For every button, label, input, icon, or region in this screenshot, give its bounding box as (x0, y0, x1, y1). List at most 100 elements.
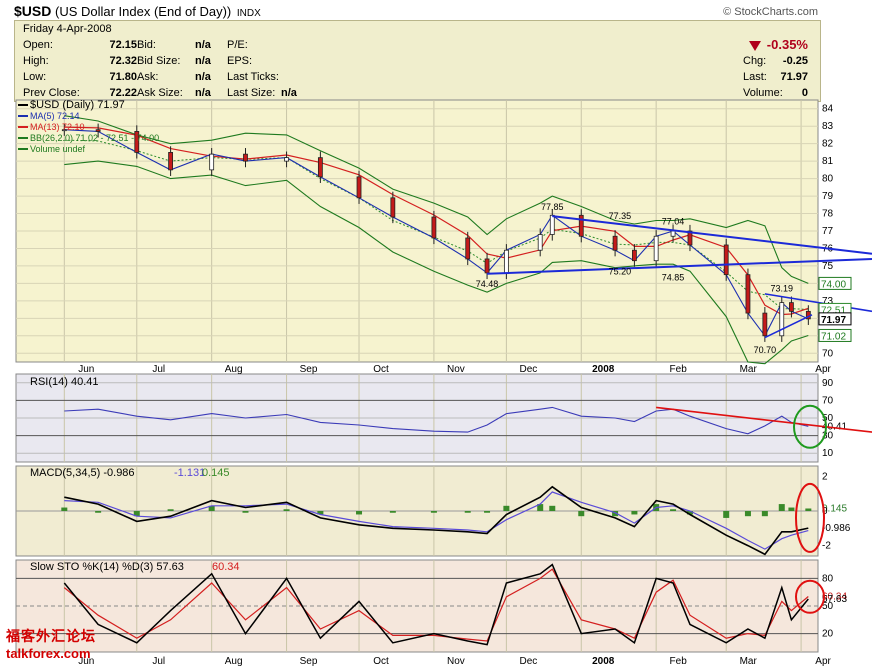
price-candle (723, 244, 729, 276)
price-tick-label: 70 (822, 348, 834, 359)
macd-histogram-bar (805, 508, 812, 511)
macd-tick-label: -2 (822, 541, 831, 552)
price-value-label: 71.97 (821, 315, 846, 326)
price-tick-label: 78 (822, 209, 834, 220)
price-annotation: 74.48 (476, 279, 499, 289)
price-annotation: 70.70 (754, 345, 777, 355)
sto-legend: Slow STO %K(14) %D(3) 57.63 (30, 561, 184, 573)
macd-histogram-bar (549, 505, 556, 511)
month-tick-label: Dec (519, 656, 537, 667)
price-candle (284, 157, 289, 162)
rsi-legend: RSI(14) 40.41 (30, 376, 98, 388)
price-tick-label: 80 (822, 174, 834, 185)
macd-histogram-bar (670, 509, 677, 511)
price-tick-label: 83 (822, 121, 834, 132)
price-tick-label: 77 (822, 226, 834, 237)
price-candle (168, 151, 174, 171)
month-tick-label: Mar (740, 656, 758, 667)
price-tick-label: 75 (822, 261, 834, 272)
month-tick-label: Feb (670, 656, 688, 667)
month-tick-label: Jun (78, 364, 94, 375)
price-candle (745, 274, 751, 314)
price-candle (465, 237, 471, 260)
month-tick-label: Oct (373, 364, 389, 375)
macd-histogram-bar (631, 511, 638, 515)
price-legend-entry: Volume undef (30, 144, 86, 154)
price-candle (356, 176, 362, 199)
macd-histogram-bar (389, 511, 396, 513)
price-candle (390, 197, 396, 218)
month-tick-label: 2008 (592, 364, 615, 375)
price-tick-label: 84 (822, 104, 834, 115)
price-candle (549, 214, 555, 235)
price-annotation: 77.85 (541, 202, 564, 212)
price-annotation: 73.19 (770, 284, 793, 294)
macd-histogram-bar (61, 507, 68, 511)
price-legend-entry: MA(13) 72.10 (30, 122, 85, 132)
macd-histogram-bar (484, 511, 491, 513)
month-tick-label: Jul (152, 656, 165, 667)
price-tick-label: 82 (822, 139, 834, 150)
macd-histogram-bar (95, 511, 102, 513)
month-tick-label: Feb (670, 364, 688, 375)
price-legend-entry: MA(5) 72.14 (30, 111, 80, 121)
price-candle (537, 234, 543, 251)
macd-histogram-bar (761, 511, 768, 517)
macd-histogram-bar (167, 509, 174, 511)
price-candle (653, 235, 659, 262)
price-candle (317, 157, 323, 178)
macd-histogram-bar (778, 504, 785, 511)
macd-legend: MACD(5,34,5) -0.986 (30, 467, 135, 479)
sto-legend: 60.34 (212, 561, 240, 573)
price-candle (95, 129, 101, 132)
macd-tick-label: 2 (822, 471, 828, 482)
price-tick-label: 79 (822, 191, 834, 202)
price-value-label: 71.02 (821, 331, 846, 342)
macd-histogram-bar (464, 511, 471, 513)
price-candle (243, 153, 248, 162)
macd-legend: 0.145 (202, 467, 230, 479)
month-tick-label: Apr (815, 656, 831, 667)
macd-histogram-bar (788, 507, 795, 511)
macd-histogram-bar (723, 511, 730, 518)
month-tick-label: Aug (225, 656, 243, 667)
price-candle (503, 249, 509, 274)
macd-histogram-bar (283, 509, 290, 511)
sto-tick-label: 20 (822, 629, 834, 640)
rsi-tick-label: 10 (822, 448, 834, 459)
price-legend-entry: $USD (Daily) 71.97 (30, 99, 125, 111)
price-candle (612, 235, 618, 251)
price-annotation: 77.04 (662, 216, 685, 226)
price-legend-entry: BB(26,2.0) 71.02 - 72.51 - 74.00 (30, 133, 159, 143)
month-tick-label: Oct (373, 656, 389, 667)
month-tick-label: Apr (815, 364, 831, 375)
chart-canvas: JunJunJulJulAugAugSepSepOctOctNovNovDecD… (15, 99, 872, 667)
watermark-url: talkforex.com (6, 646, 91, 661)
price-candle (431, 216, 437, 239)
sto-tick-label: 80 (822, 573, 834, 584)
price-tick-label: 81 (822, 156, 834, 167)
rsi-tick-label: 90 (822, 378, 834, 389)
price-candle (762, 312, 768, 337)
rsi-tick-label: 70 (822, 395, 834, 406)
month-tick-label: 2008 (592, 656, 615, 667)
macd-histogram-bar (744, 511, 751, 517)
price-candle (670, 230, 676, 237)
price-annotation: 74.85 (662, 273, 685, 283)
month-tick-label: Sep (300, 364, 318, 375)
macd-tick-label: -0.986 (822, 523, 851, 534)
macd-histogram-bar (430, 511, 437, 513)
month-tick-label: Nov (447, 364, 465, 375)
month-tick-label: Aug (225, 364, 243, 375)
watermark-chinese: 福客外汇论坛 (6, 628, 96, 644)
price-value-label: 74.00 (821, 279, 846, 290)
price-annotation: 75.20 (609, 266, 632, 276)
macd-histogram-bar (242, 511, 249, 513)
month-tick-label: Sep (300, 656, 318, 667)
macd-histogram-bar (503, 505, 510, 511)
month-tick-label: Dec (519, 364, 537, 375)
month-tick-label: Mar (740, 364, 758, 375)
macd-histogram-bar (578, 511, 585, 517)
price-candle (484, 258, 490, 274)
price-annotation: 77.35 (609, 211, 632, 221)
